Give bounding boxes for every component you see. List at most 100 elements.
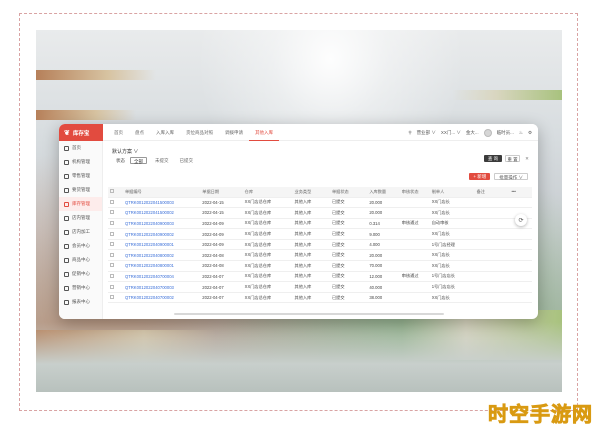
select-all-checkbox[interactable]	[110, 189, 114, 194]
tab-item[interactable]: 首页	[108, 124, 129, 141]
receipt-number-link[interactable]: QTRK0012022040900003	[122, 218, 201, 230]
table-row[interactable]: QTRK0012022040700003 2022-04-07 XX门店总仓库 其他入…	[108, 281, 532, 293]
search-button[interactable]: 查 询	[484, 155, 502, 162]
sidebar-item[interactable]: 报表中心	[59, 295, 102, 309]
sidebar-item-label: 商品中心	[72, 257, 90, 262]
table-cell: 2022-04-07	[200, 271, 243, 283]
table-cell	[474, 249, 510, 262]
tab-item[interactable]: 货位商品对照	[180, 124, 219, 141]
row-checkbox[interactable]	[110, 273, 114, 278]
tab-item[interactable]: 盘点	[129, 124, 150, 141]
table-row[interactable]: QTRK0012022040800002 2022-04-08 XX门店总仓库 其他入…	[108, 249, 532, 262]
table-cell: 其他入库	[292, 292, 330, 304]
sidebar-item[interactable]: 库存管理	[59, 197, 102, 211]
sidebar-item[interactable]: 商品中心	[59, 253, 102, 267]
sidebar-item[interactable]: 要货管理	[59, 183, 102, 197]
table-cell	[474, 271, 510, 283]
refresh-icon[interactable]: ⟳	[515, 214, 527, 226]
row-checkbox[interactable]	[110, 231, 114, 236]
scheme-select[interactable]: 默认方案 ∨	[112, 148, 138, 155]
row-checkbox[interactable]	[110, 252, 114, 257]
row-checkbox[interactable]	[110, 210, 114, 215]
tab-item[interactable]: 入库入库	[150, 124, 180, 141]
table-row[interactable]: QTRK0012022040900002 2022-04-09 XX门店总仓库 其他入…	[108, 228, 532, 240]
row-checkbox[interactable]	[110, 295, 114, 300]
settings-icon[interactable]: ⚙	[528, 130, 532, 136]
bell-icon[interactable]: ♨	[519, 130, 523, 136]
table-cell	[474, 228, 510, 240]
table-row[interactable]: QTRK0012022040700002 2022-04-07 XX门店总仓库 其他入…	[108, 292, 532, 304]
sidebar-item[interactable]: 促销中心	[59, 267, 102, 281]
column-header: 备注	[474, 187, 510, 198]
app-logo[interactable]: ❦ 库存宝	[59, 124, 103, 141]
table-cell: 38.000	[367, 292, 400, 304]
reset-button[interactable]: 重 置	[505, 155, 520, 162]
status-label: 状态	[116, 157, 125, 163]
batch-actions-button[interactable]: 批量操作 ∨	[494, 173, 528, 180]
top-tools: ⚲ 营业部 ∨ XX门... ∨ 金大... 临时员... ♨ ⚙	[408, 124, 532, 141]
close-icon[interactable]: ✕	[524, 155, 530, 162]
receipt-number-link[interactable]: QTRK0012022040700004	[122, 271, 201, 283]
status-option[interactable]: 未提交	[152, 157, 172, 164]
table-cell: 其他入库	[292, 281, 330, 293]
table-cell	[399, 239, 430, 251]
table-cell: 已提交	[329, 292, 368, 304]
tab-item[interactable]: 其他入库	[249, 124, 279, 141]
table-cell	[474, 281, 510, 293]
sidebar-item[interactable]: 零售管理	[59, 169, 102, 183]
row-checkbox[interactable]	[110, 284, 114, 289]
receipt-number-link[interactable]: QTRK0012022040800002	[122, 249, 201, 262]
receipt-number-link[interactable]: QTRK0012022040800001	[122, 260, 201, 272]
sidebar-item[interactable]: 机构管理	[59, 155, 102, 169]
receipt-number-link[interactable]: QTRK0012022041500002	[122, 207, 201, 219]
table-row[interactable]: QTRK0012022041500003 2022-04-15 XX门店总仓库 其他入…	[108, 197, 532, 209]
table-cell: 0.314	[367, 218, 400, 230]
table-row[interactable]: QTRK0012022040900003 2022-04-09 XX门店总仓库 其他入…	[108, 218, 532, 230]
table-cell	[399, 281, 430, 293]
sidebar-item[interactable]: 会员中心	[59, 239, 102, 253]
table-row[interactable]: QTRK0012022041500002 2022-04-15 XX门店总仓库 其他入…	[108, 207, 532, 219]
account-name[interactable]: 临时员...	[497, 130, 514, 136]
table-row[interactable]: QTRK0012022040800001 2022-04-08 XX门店总仓库 其他入…	[108, 260, 532, 272]
column-header: 业务类型	[292, 187, 330, 198]
sidebar-item[interactable]: 店内管理	[59, 211, 102, 225]
table-cell	[108, 197, 123, 209]
table-cell: 已提交	[329, 260, 368, 272]
column-header: 审核状态	[399, 187, 430, 198]
row-checkbox[interactable]	[110, 220, 114, 225]
receipt-number-link[interactable]: QTRK0012022040900001	[122, 239, 201, 251]
status-option[interactable]: 已提交	[177, 157, 197, 164]
receipt-number-link[interactable]: QTRK0012022040700003	[122, 281, 201, 293]
table-cell: XX门店长	[429, 228, 475, 240]
receipt-number-link[interactable]: QTRK0012022041500003	[122, 197, 201, 209]
store-select[interactable]: 营业部 ∨	[417, 130, 436, 136]
search-icon[interactable]: ⚲	[408, 130, 411, 136]
sidebar-item[interactable]: 营销中心	[59, 281, 102, 295]
sidebar-item[interactable]: 店内加工	[59, 225, 102, 239]
table-cell: XX门店总仓库	[242, 292, 293, 304]
tab-item[interactable]: 调拨申请	[219, 124, 249, 141]
table-cell: XX门店总仓库	[242, 271, 293, 283]
table-cell: 1号门店店长	[429, 281, 475, 293]
table-cell: 已提交	[329, 249, 368, 262]
column-header[interactable]: •••	[509, 187, 532, 198]
table-cell	[108, 239, 123, 251]
table-cell: 其他入库	[292, 271, 330, 283]
table-row[interactable]: QTRK0012022040900001 2022-04-09 XX门店总仓库 其他入…	[108, 239, 532, 251]
avatar[interactable]	[483, 128, 492, 137]
sidebar-item-label: 营销中心	[72, 285, 90, 290]
column-header[interactable]	[108, 187, 123, 198]
add-button[interactable]: + 新增	[469, 173, 491, 180]
sidebar-item[interactable]: 首页	[59, 141, 102, 155]
branch-select[interactable]: XX门... ∨	[441, 130, 461, 136]
row-checkbox[interactable]	[110, 263, 114, 268]
horizontal-scrollbar[interactable]	[174, 313, 444, 315]
receipt-number-link[interactable]: QTRK0012022040700002	[122, 292, 201, 304]
table-row[interactable]: QTRK0012022040700004 2022-04-07 XX门店总仓库 其他入…	[108, 271, 532, 283]
row-checkbox[interactable]	[110, 199, 114, 204]
status-option[interactable]: 全部	[130, 157, 147, 164]
receipt-number-link[interactable]: QTRK0012022040900002	[122, 228, 201, 240]
user-name[interactable]: 金大...	[466, 130, 479, 136]
sidebar-item-label: 报表中心	[72, 299, 90, 304]
row-checkbox[interactable]	[110, 242, 114, 247]
